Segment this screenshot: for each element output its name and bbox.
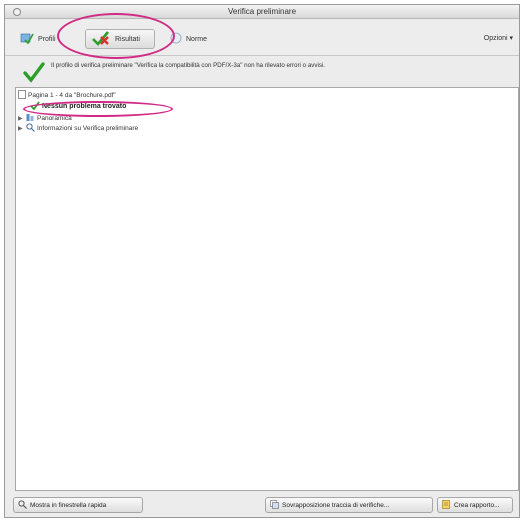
large-check-icon [23,61,45,85]
quick-view-label: Mostra in finestrella rapida [30,501,107,509]
report-icon [442,499,451,511]
tab-profili-label: Profili [38,35,56,43]
report-label: Crea rapporto... [454,501,500,509]
standards-icon [170,32,182,46]
summary-message: Il profilo di verifica preliminare "Veri… [51,62,326,69]
quick-view-button[interactable]: Mostra in finestrella rapida [13,497,143,513]
disclosure-triangle-icon[interactable]: ▶ [18,125,24,132]
title-bar: Verifica preliminare [5,5,519,19]
tab-norme[interactable]: Norme [165,29,212,49]
tree-row-panoramica[interactable]: ▶ Panoramica [18,113,72,123]
options-menu-button[interactable]: Opzioni ▾ [484,34,513,42]
disclosure-triangle-icon[interactable]: ▶ [18,115,24,122]
toolbar: Profili Risultati Norme Opzioni ▾ [5,20,519,56]
preflight-window: Verifica preliminare Profili Risultati N… [4,4,520,518]
info-label: Informazioni su Verifica preliminare [37,124,139,132]
tree-row-info[interactable]: ▶ Informazioni su Verifica preliminare [18,122,139,134]
file-row-label: Pagina 1 - 4 da "Brochure.pdf" [28,91,116,99]
results-tree[interactable]: Pagina 1 - 4 da "Brochure.pdf" Nessun pr… [15,87,519,491]
profiles-icon [20,31,34,47]
layers-icon [270,499,279,511]
no-problems-label: Nessun problema trovato [42,102,127,110]
overprint-label: Sovrapposizione traccia di verifiche... [282,501,390,509]
tab-risultati-label: Risultati [115,35,140,43]
chevron-down-icon: ▾ [509,35,513,42]
tab-norme-label: Norme [186,35,208,43]
tab-profili[interactable]: Profili [15,29,61,49]
tab-risultati[interactable]: Risultati [85,29,155,49]
magnifier-icon [18,499,27,511]
summary-banner: Il profilo di verifica preliminare "Veri… [5,57,519,85]
tree-row-file[interactable]: Pagina 1 - 4 da "Brochure.pdf" [18,89,116,101]
document-icon [18,89,26,101]
create-report-button[interactable]: Crea rapporto... [437,497,513,513]
options-label: Opzioni [483,35,508,42]
bottom-bar: Mostra in finestrella rapida Sovrapposiz… [5,495,519,517]
check-icon [30,100,40,112]
panoramica-label: Panoramica [37,114,72,122]
results-check-cross-icon [91,30,111,48]
window-title: Verifica preliminare [227,7,297,16]
magnifier-icon [26,122,35,134]
tree-row-no-problems[interactable]: Nessun problema trovato [30,100,127,112]
overprint-button[interactable]: Sovrapposizione traccia di verifiche... [265,497,433,513]
